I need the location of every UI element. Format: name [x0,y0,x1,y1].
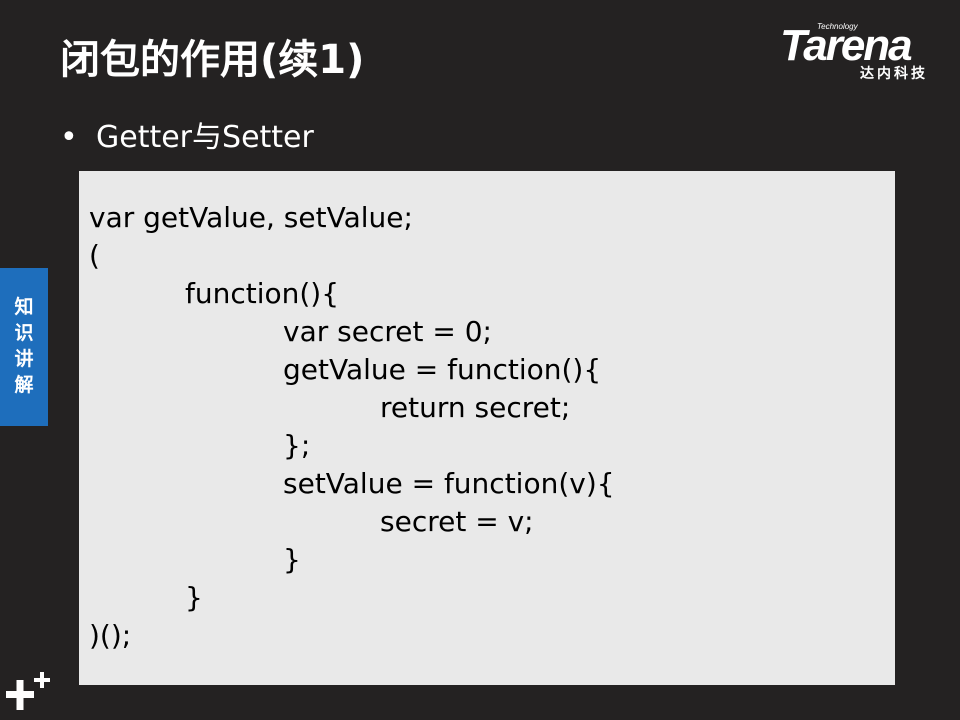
slide-title: 闭包的作用(续1) [60,37,365,83]
tarena-logo: Technology Tarena 达内科技 [778,22,946,84]
sidebar-label-char: 识 [14,322,34,344]
bullet-dot: • [60,120,78,155]
code-line: getValue = function(){ [283,353,602,386]
slide: 闭包的作用(续1) Technology Tarena 达内科技 • Getter… [0,0,960,720]
sidebar-tab: 知识讲解 [0,268,48,426]
code-line: ( [89,239,100,272]
code-line: return secret; [380,391,571,424]
plus-icon [6,672,50,710]
code-line: var secret = 0; [283,315,492,348]
bullet-text: Getter与Setter [96,120,314,155]
code-line: var getValue, setValue; [89,201,413,234]
sidebar-label-char: 解 [14,374,34,396]
code-line: }; [283,429,311,462]
sidebar-label: 知识讲解 [0,294,48,398]
code-line: function(){ [185,277,340,310]
sidebar-label-char: 讲 [14,348,34,370]
bullet-item: • Getter与Setter [60,120,314,156]
code-line: )(); [89,619,132,652]
code-line: setValue = function(v){ [283,467,615,500]
code-block: var getValue, setValue; ( function(){ va… [79,171,895,685]
logo-brand: Tarena [780,21,913,70]
code-line: } [185,581,203,614]
sidebar-label-char: 知 [14,296,34,318]
code-line: secret = v; [380,505,534,538]
logo-chinese-name: 达内科技 [860,66,928,82]
code-line: } [283,543,301,576]
